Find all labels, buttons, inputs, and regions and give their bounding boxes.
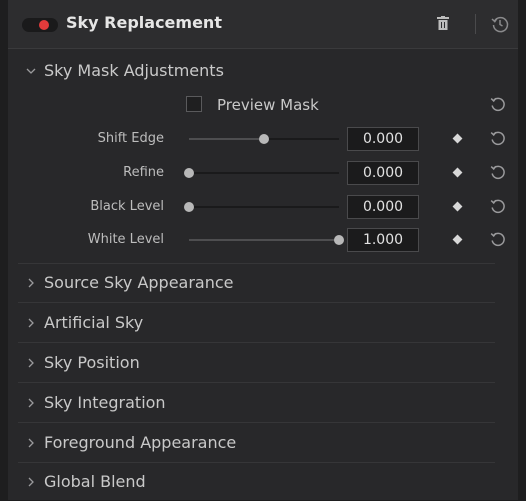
chevron-down-icon[interactable] <box>26 66 36 76</box>
chevron-right-icon <box>28 318 34 328</box>
reset-icon[interactable] <box>489 163 507 181</box>
shift-edge-slider[interactable] <box>189 134 339 144</box>
slider-fill <box>189 239 339 241</box>
section-title: Sky Position <box>44 353 140 372</box>
panel-header: Sky Replacement <box>8 0 518 49</box>
reset-icon[interactable] <box>489 230 507 248</box>
shift-edge-value[interactable]: 0.000 <box>347 127 419 151</box>
toggle-indicator <box>39 20 49 30</box>
slider-knob[interactable] <box>259 134 269 144</box>
section-sky-position[interactable]: Sky Position <box>8 344 518 382</box>
chevron-right-icon <box>28 278 34 288</box>
section-title: Artificial Sky <box>44 313 144 332</box>
section-title: Foreground Appearance <box>44 433 237 452</box>
white-level-slider[interactable] <box>189 235 344 245</box>
reset-icon[interactable] <box>489 197 507 215</box>
chevron-right-icon <box>28 477 34 487</box>
keyframe-icon[interactable] <box>452 201 463 212</box>
enable-toggle[interactable] <box>22 18 58 32</box>
keyframe-icon[interactable] <box>452 234 463 245</box>
section-title: Sky Integration <box>44 393 166 412</box>
header-divider <box>475 14 476 34</box>
white-level-value[interactable]: 1.000 <box>347 228 419 252</box>
section-divider <box>18 342 495 343</box>
slider-fill <box>189 138 264 140</box>
trash-icon[interactable] <box>437 16 449 30</box>
preview-mask-checkbox[interactable] <box>186 96 202 112</box>
black-level-label: Black Level <box>90 199 164 214</box>
white-level-label: White Level <box>87 232 164 247</box>
section-source-sky-appearance[interactable]: Source Sky Appearance <box>8 264 518 302</box>
black-level-slider[interactable] <box>184 202 339 212</box>
section-artificial-sky[interactable]: Artificial Sky <box>8 304 518 342</box>
section-divider <box>18 302 495 303</box>
section-title: Source Sky Appearance <box>44 273 234 292</box>
slider-knob[interactable] <box>334 235 344 245</box>
reset-icon[interactable] <box>489 129 507 147</box>
slider-knob[interactable] <box>184 202 194 212</box>
section-title-sky-mask-adjustments[interactable]: Sky Mask Adjustments <box>44 61 224 80</box>
chevron-right-icon <box>28 398 34 408</box>
keyframe-icon[interactable] <box>452 167 463 178</box>
shift-edge-label: Shift Edge <box>97 131 164 146</box>
refine-value[interactable]: 0.000 <box>347 161 419 185</box>
panel-title: Sky Replacement <box>66 13 222 32</box>
keyframe-icon[interactable] <box>452 133 463 144</box>
black-level-value[interactable]: 0.000 <box>347 195 419 219</box>
reset-all-icon[interactable] <box>490 14 510 34</box>
section-title: Global Blend <box>44 472 146 491</box>
section-sky-integration[interactable]: Sky Integration <box>8 384 518 422</box>
chevron-right-icon <box>28 438 34 448</box>
refine-label: Refine <box>123 165 164 180</box>
refine-slider[interactable] <box>184 168 339 178</box>
slider-knob[interactable] <box>184 168 194 178</box>
sky-replacement-panel: Sky Replacement Sky Mask Adjustments Pre… <box>8 0 518 500</box>
section-global-blend[interactable]: Global Blend <box>8 463 518 501</box>
section-divider <box>18 422 495 423</box>
reset-icon[interactable] <box>489 95 507 113</box>
section-foreground-appearance[interactable]: Foreground Appearance <box>8 424 518 462</box>
preview-mask-label: Preview Mask <box>217 96 319 114</box>
chevron-right-icon <box>28 358 34 368</box>
section-divider <box>18 382 495 383</box>
